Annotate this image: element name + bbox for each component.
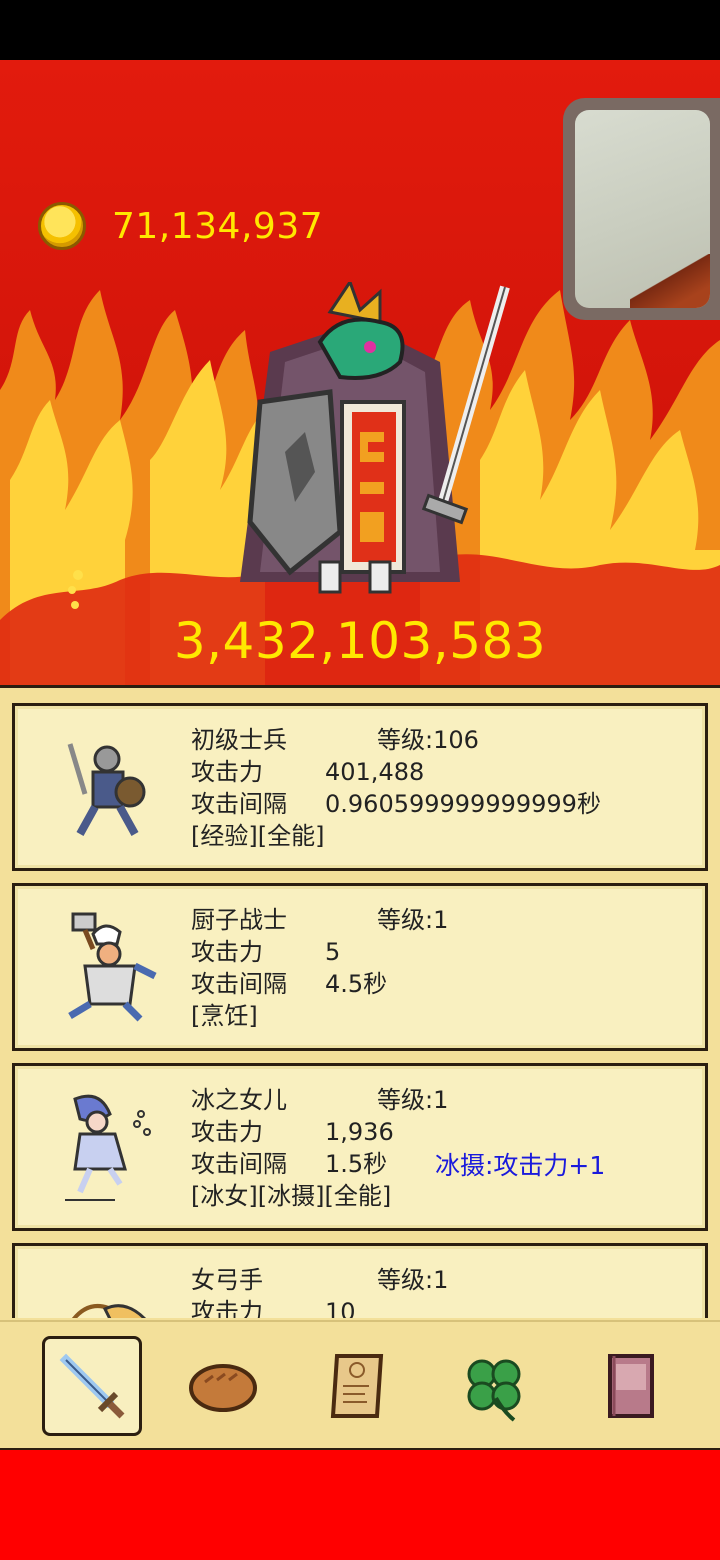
bread-icon	[189, 1364, 257, 1412]
gold-counter: 71,134,937	[38, 201, 323, 251]
level-value: :1	[425, 906, 449, 934]
gold-value: 71,134,937	[112, 205, 324, 247]
interval-label: 攻击间隔	[191, 790, 287, 818]
unit-card-soldier[interactable]: 初级士兵 等级:106 攻击力 401,488 攻击间隔 0.960599999999…	[12, 703, 708, 871]
attack-label: 攻击力	[191, 1118, 263, 1146]
nav-tab-weapons[interactable]	[42, 1336, 142, 1436]
clover-icon	[467, 1359, 521, 1422]
unit-name: 初级士兵	[191, 726, 287, 754]
attack-value: 401,488	[325, 758, 425, 786]
scroll-icon	[330, 1354, 384, 1418]
nav-tab-codex[interactable]	[580, 1336, 680, 1436]
unit-card-chef[interactable]: 厨子战士 等级:1 攻击力 5 攻击间隔 4.5秒 [烹饪]	[12, 883, 708, 1051]
book-icon	[608, 1354, 654, 1418]
nav-tab-scrolls[interactable]	[309, 1336, 409, 1436]
interval-label: 攻击间隔	[191, 1150, 287, 1178]
unit-name: 冰之女儿	[191, 1086, 287, 1114]
unit-card-ice-daughter[interactable]: 冰之女儿 等级:1 攻击力 1,936 攻击间隔 1.5秒 [冰女][冰摄][全能] …	[12, 1063, 708, 1231]
interval-value: 1.5秒	[325, 1150, 388, 1178]
level-label: 等级	[377, 1086, 425, 1114]
battle-arena[interactable]: 71,134,937 3,432,103,583	[0, 60, 720, 685]
unit-name: 女弓手	[191, 1266, 263, 1294]
chef-warrior-icon	[68, 912, 157, 1022]
attack-label: 攻击力	[191, 1298, 263, 1318]
attack-label: 攻击力	[191, 938, 263, 966]
soldier-icon	[67, 743, 146, 836]
dragon-knight-boss[interactable]	[230, 282, 520, 602]
level-label: 等级	[377, 1266, 425, 1294]
female-archer-icon	[72, 1304, 147, 1318]
unit-card-archer[interactable]: 女弓手 等级:1 攻击力 10	[12, 1243, 708, 1318]
gold-coin-icon	[38, 202, 86, 250]
level-label: 等级	[377, 906, 425, 934]
camera-preview-image	[575, 110, 710, 308]
unit-bonus-text: 冰摄:攻击力+1	[435, 1151, 606, 1180]
interval-value: 4.5秒	[325, 970, 388, 998]
unit-list[interactable]: 初级士兵 等级:106 攻击力 401,488 攻击间隔 0.960599999999…	[0, 688, 720, 1318]
interval-value: 0.960599999999999秒	[325, 790, 601, 818]
unit-panel: 初级士兵 等级:106 攻击力 401,488 攻击间隔 0.960599999999…	[0, 685, 720, 1450]
unit-tags: [冰女][冰摄][全能]	[191, 1182, 392, 1210]
unit-tags: [烹饪]	[191, 1002, 258, 1030]
nav-tab-luck[interactable]	[444, 1336, 544, 1436]
unit-tags: [经验][全能]	[191, 822, 325, 850]
level-value: :1	[425, 1266, 449, 1294]
nav-tab-food[interactable]	[173, 1336, 273, 1436]
boss-hp-value: 3,432,103,583	[173, 612, 547, 670]
level-label: 等级	[377, 726, 425, 754]
status-bar	[0, 0, 720, 60]
unit-name: 厨子战士	[191, 906, 287, 934]
camera-preview[interactable]	[563, 98, 720, 320]
attack-value: 10	[325, 1298, 356, 1318]
ice-daughter-icon	[65, 1094, 151, 1201]
bottom-nav	[0, 1320, 720, 1448]
attack-value: 1,936	[325, 1118, 394, 1146]
attack-value: 5	[325, 938, 341, 966]
level-value: :106	[425, 726, 479, 754]
attack-label: 攻击力	[191, 758, 263, 786]
sword-icon	[59, 1353, 125, 1419]
interval-label: 攻击间隔	[191, 970, 287, 998]
level-value: :1	[425, 1086, 449, 1114]
